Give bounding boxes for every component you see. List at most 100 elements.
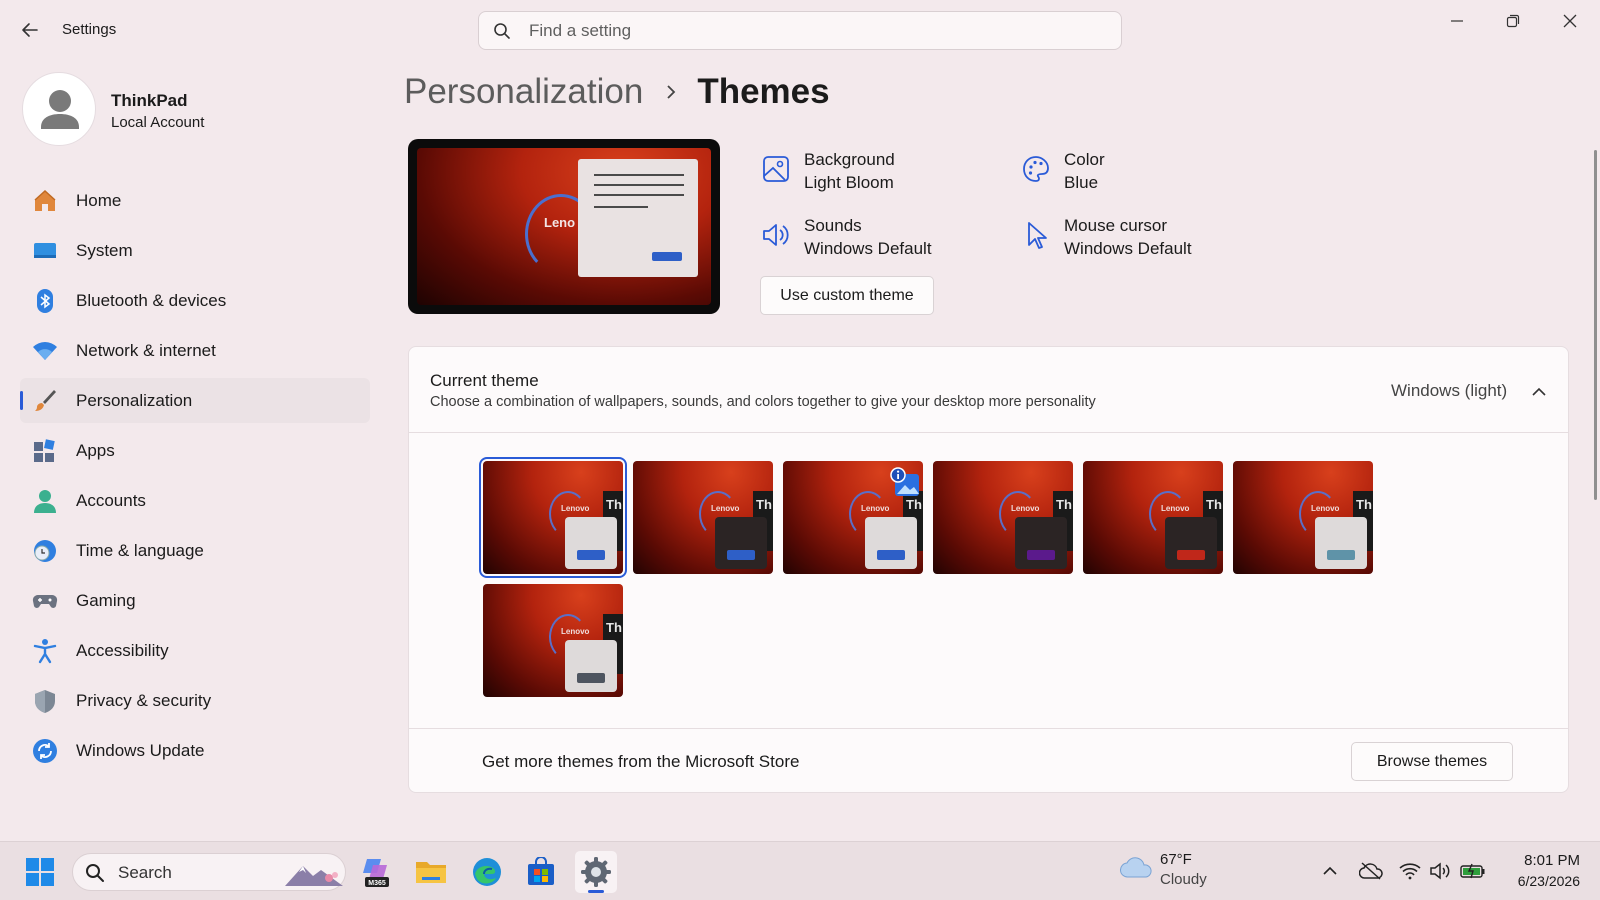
minimize-button[interactable] [1434,6,1480,36]
battery-status[interactable] [1459,857,1487,885]
brush-icon [32,388,58,414]
background-value: Light Bloom [804,173,894,192]
theme-thumbnail[interactable]: Lenovo Th [483,584,623,697]
sidebar-item-time-language[interactable]: Time & language [20,528,370,573]
preview-logo-text: Leno [544,215,576,230]
clock-time[interactable]: 8:01 PM [1520,852,1580,869]
search-icon [86,864,104,882]
taskbar: Search M365 67°F Cloudy 8:01 PM 6/23/202… [0,841,1600,900]
image-icon [760,153,792,185]
sidebar-item-bluetooth[interactable]: Bluetooth & devices [20,278,370,323]
chevron-right-icon [665,84,677,100]
sidebar-item-personalization[interactable]: Personalization [20,378,370,423]
sidebar-item-label: System [76,241,133,260]
bluetooth-icon [32,288,58,314]
spotlight-info-icon [890,467,919,496]
thumbnail-window [865,517,917,569]
background-label: Background [804,150,895,169]
theme-thumbnail[interactable]: Lenovo Th [1083,461,1223,574]
sidebar-item-gaming[interactable]: Gaming [20,578,370,623]
sidebar-item-label: Apps [76,441,115,460]
sidebar-nav: Home System Bluetooth & devices Network … [20,178,370,778]
preview-line [594,174,684,176]
weather-temperature[interactable]: 67°F [1160,851,1192,868]
file-explorer-app[interactable] [410,851,452,893]
search-icon [494,23,510,39]
cloud-offline-icon [1359,862,1383,880]
sidebar-item-label: Personalization [76,391,193,410]
sidebar-item-privacy[interactable]: Privacy & security [20,678,370,723]
shield-icon [32,688,58,714]
minimize-icon [1451,20,1463,22]
thumbnail-strip-text: Th [1356,497,1372,512]
chevron-up-icon[interactable] [1529,382,1549,402]
gear-icon [581,857,611,887]
preview-wallpaper: Leno [417,148,711,305]
theme-thumbnail[interactable]: Lenovo Th [783,461,923,574]
current-theme-value: Windows (light) [1391,381,1508,400]
breadcrumb-parent[interactable]: Personalization [404,72,643,112]
clock-date[interactable]: 6/23/2026 [1496,873,1580,889]
onedrive-status[interactable] [1357,857,1385,885]
thumbnail-logo-text: Lenovo [561,627,590,636]
browse-themes-button[interactable]: Browse themes [1351,742,1513,781]
preview-window [578,159,698,277]
edge-app[interactable] [466,851,508,893]
settings-search-box[interactable] [478,11,1122,50]
sidebar-item-accounts[interactable]: Accounts [20,478,370,523]
weather-description[interactable]: Cloudy [1160,871,1207,888]
theme-thumbnail[interactable]: Lenovo Th [1233,461,1373,574]
m365-copilot-app[interactable]: M365 [355,851,397,893]
microsoft-store-app[interactable] [520,851,562,893]
sidebar-item-label: Bluetooth & devices [76,291,227,310]
theme-thumbnail[interactable]: Lenovo Th [633,461,773,574]
sidebar-item-label: Gaming [76,591,136,610]
cloud-icon [1120,857,1152,878]
preview-line [594,184,684,186]
store-row: Get more themes from the Microsoft Store… [409,728,1568,792]
preview-line [594,194,684,196]
home-icon [32,188,58,214]
close-icon [1563,14,1577,28]
title-bar: Settings [0,0,1600,60]
use-custom-theme-button[interactable]: Use custom theme [760,276,934,315]
theme-thumbnail[interactable]: Lenovo Th [479,457,627,578]
current-theme-header[interactable]: Current theme Choose a combination of wa… [409,347,1568,433]
back-button[interactable] [14,14,46,46]
sidebar-item-accessibility[interactable]: Accessibility [20,628,370,673]
sidebar-item-system[interactable]: System [20,228,370,273]
palette-icon [1020,153,1052,185]
sidebar-item-home[interactable]: Home [20,178,370,223]
thumbnail-strip-text: Th [1206,497,1222,512]
volume-status[interactable] [1426,857,1454,885]
scrollbar[interactable] [1594,150,1597,500]
windows-logo-icon [26,858,54,886]
close-button[interactable] [1547,6,1593,36]
color-value: Blue [1064,173,1099,192]
settings-app[interactable] [575,851,617,893]
profile-name: ThinkPad [111,91,188,110]
thumbnail-window [565,640,617,692]
thumbnail-window [715,517,767,569]
sidebar-item-apps[interactable]: Apps [20,428,370,473]
taskbar-search[interactable]: Search [72,853,346,891]
theme-thumbnail[interactable]: Lenovo Th [933,461,1073,574]
store-text: Get more themes from the Microsoft Store [482,752,800,771]
sidebar-item-windows-update[interactable]: Windows Update [20,728,370,773]
current-theme-subtitle: Choose a combination of wallpapers, soun… [430,394,1096,410]
start-button[interactable] [19,851,61,893]
show-hidden-icons-button[interactable] [1316,857,1344,885]
folder-icon [416,862,446,883]
battery-charging-icon [1460,863,1485,879]
avatar [22,72,96,146]
app-title: Settings [62,21,117,38]
sidebar-item-network[interactable]: Network & internet [20,328,370,373]
restore-button[interactable] [1490,6,1536,36]
mouse-cursor-label: Mouse cursor [1064,216,1167,235]
thumbnail-logo-text: Lenovo [861,504,890,513]
settings-search-input[interactable] [529,12,1089,49]
thumbnail-accent-button [727,550,755,560]
person-icon [41,90,79,129]
network-status[interactable] [1396,857,1424,885]
thumbnail-strip-text: Th [606,620,622,635]
